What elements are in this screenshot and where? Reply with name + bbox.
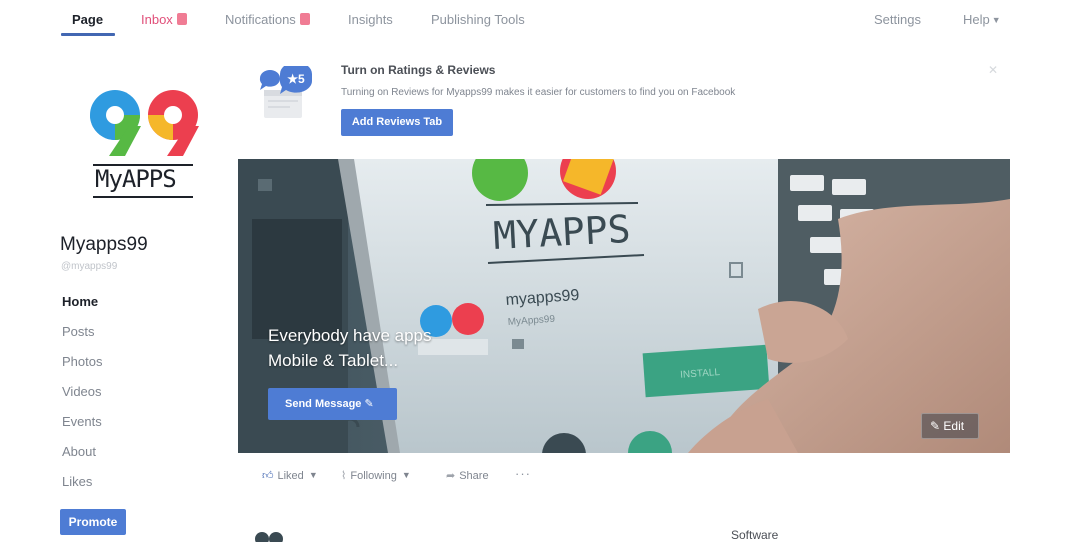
sidebar-item-events[interactable]: Events bbox=[62, 414, 102, 429]
nav-tab-notifications-label: Notifications bbox=[225, 12, 296, 27]
share-arrow-icon: ➦ bbox=[446, 470, 456, 482]
page-category: Software bbox=[731, 528, 779, 542]
edit-cover-button[interactable]: ✎ Edit bbox=[921, 413, 979, 439]
promote-button[interactable]: Promote bbox=[60, 509, 126, 535]
pencil-icon: ✎ bbox=[930, 419, 941, 433]
profile-logo-small bbox=[255, 532, 283, 542]
sidebar-item-photos[interactable]: Photos bbox=[62, 354, 102, 369]
notifications-badge bbox=[299, 13, 310, 25]
chevron-down-icon: ▼ bbox=[991, 15, 1001, 25]
chevron-down-icon: ▼ bbox=[308, 470, 318, 480]
send-message-button[interactable]: Send Message ✎ bbox=[268, 388, 397, 420]
send-message-label: Send Message bbox=[285, 398, 362, 410]
nav-tab-inbox[interactable]: Inbox bbox=[141, 12, 187, 27]
cover-tagline-line-2: Mobile & Tablet... bbox=[268, 351, 399, 370]
inbox-badge bbox=[176, 13, 187, 25]
edit-cover-label: Edit bbox=[943, 419, 965, 433]
reviews-prompt-title: Turn on Ratings & Reviews bbox=[341, 63, 496, 77]
cover-tagline: Everybody have apps Mobile & Tablet... bbox=[268, 323, 488, 373]
nav-tab-publishing-tools[interactable]: Publishing Tools bbox=[431, 12, 525, 27]
sidebar-item-likes[interactable]: Likes bbox=[62, 474, 92, 489]
more-options-button[interactable]: ··· bbox=[515, 466, 531, 481]
liked-label: Liked bbox=[277, 470, 304, 482]
page-title[interactable]: Myapps99 bbox=[60, 234, 148, 256]
reviews-prompt-description: Turning on Reviews for Myapps99 makes it… bbox=[341, 87, 736, 98]
nav-active-indicator bbox=[61, 33, 115, 36]
liked-button[interactable]: 👍︎ Liked ▼ bbox=[262, 469, 318, 482]
rss-icon: ⌇ bbox=[341, 470, 347, 482]
nav-tab-inbox-label: Inbox bbox=[141, 12, 173, 27]
page-top-nav: Page Inbox Notifications Insights Publis… bbox=[0, 0, 1065, 38]
cover-tagline-line-1: Everybody have apps bbox=[268, 326, 432, 345]
close-icon[interactable]: ✕ bbox=[988, 63, 998, 77]
pencil-icon: ✎ bbox=[364, 398, 374, 410]
reviews-star-icon: ★5 bbox=[259, 66, 313, 118]
share-label: Share bbox=[459, 470, 489, 482]
reviews-badge-text: ★5 bbox=[287, 72, 305, 86]
nav-tab-page[interactable]: Page bbox=[72, 12, 103, 27]
nav-tab-insights[interactable]: Insights bbox=[348, 12, 393, 27]
logo-wordmark: MyAPPS bbox=[95, 165, 177, 193]
nav-help[interactable]: Help ▼ bbox=[963, 12, 1001, 27]
sidebar-item-home[interactable]: Home bbox=[62, 294, 98, 309]
cover-photo[interactable]: MYAPPS myapps99 MyApps99 INSTALL Everybo… bbox=[238, 159, 1010, 453]
sidebar-item-posts[interactable]: Posts bbox=[62, 324, 95, 339]
nav-settings[interactable]: Settings bbox=[874, 12, 921, 27]
logo-divider-bottom bbox=[93, 196, 193, 198]
thumbs-up-icon: 👍︎ bbox=[262, 470, 274, 482]
cover-phone-brand: MYAPPS bbox=[492, 207, 631, 258]
sidebar-item-about[interactable]: About bbox=[62, 444, 96, 459]
chevron-down-icon: ▼ bbox=[401, 470, 411, 480]
nav-tab-notifications[interactable]: Notifications bbox=[225, 12, 310, 27]
add-reviews-tab-button[interactable]: Add Reviews Tab bbox=[341, 109, 453, 136]
following-button[interactable]: ⌇ Following ▼ bbox=[341, 469, 411, 482]
nav-help-label: Help bbox=[963, 12, 990, 27]
following-label: Following bbox=[350, 470, 397, 482]
page-username[interactable]: @myapps99 bbox=[61, 261, 117, 272]
share-button[interactable]: ➦ Share bbox=[446, 469, 489, 482]
sidebar-item-videos[interactable]: Videos bbox=[62, 384, 102, 399]
